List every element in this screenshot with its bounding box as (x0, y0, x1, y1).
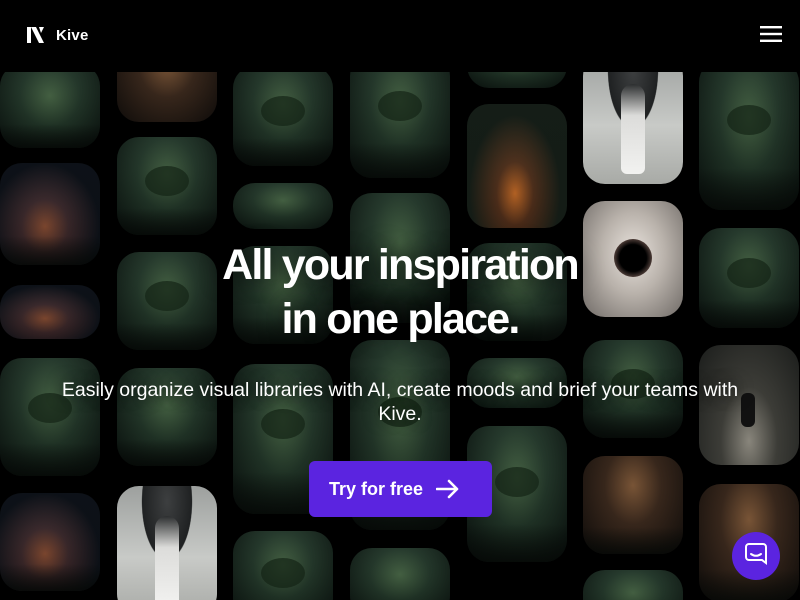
gallery-image (233, 66, 333, 166)
arrow-right-icon (436, 479, 460, 499)
top-navigation-bar: Kive (0, 0, 800, 72)
gallery-image (583, 456, 683, 554)
headline-line-1: All your inspiration (222, 241, 580, 289)
gallery-image (0, 493, 100, 591)
gallery-image (699, 60, 799, 210)
gallery-image (0, 285, 100, 339)
gallery-image (117, 137, 217, 235)
hero-headline: All your inspiration in one place. (100, 238, 700, 346)
gallery-image (583, 54, 683, 184)
gallery-image (233, 531, 333, 600)
headline-line-2: in one place. (281, 295, 520, 343)
gallery-image (467, 104, 567, 228)
gallery-image (0, 64, 100, 148)
try-for-free-button[interactable]: Try for free (309, 461, 492, 517)
brand-name: Kive (56, 26, 89, 44)
chat-launcher-button[interactable] (732, 532, 780, 580)
hamburger-menu-icon (760, 25, 782, 47)
chat-bubble-icon (744, 542, 768, 571)
gallery-image (350, 54, 450, 178)
gallery-image (350, 548, 450, 600)
gallery-image (699, 228, 799, 328)
menu-button[interactable] (755, 22, 787, 50)
gallery-image (0, 163, 100, 265)
kive-logo-icon (27, 26, 45, 44)
gallery-image (583, 570, 683, 600)
gallery-image (233, 183, 333, 229)
hero-subheadline: Easily organize visual libraries with AI… (61, 379, 739, 425)
brand[interactable]: Kive (27, 26, 89, 44)
cta-label: Try for free (329, 478, 424, 499)
gallery-image (117, 486, 217, 600)
